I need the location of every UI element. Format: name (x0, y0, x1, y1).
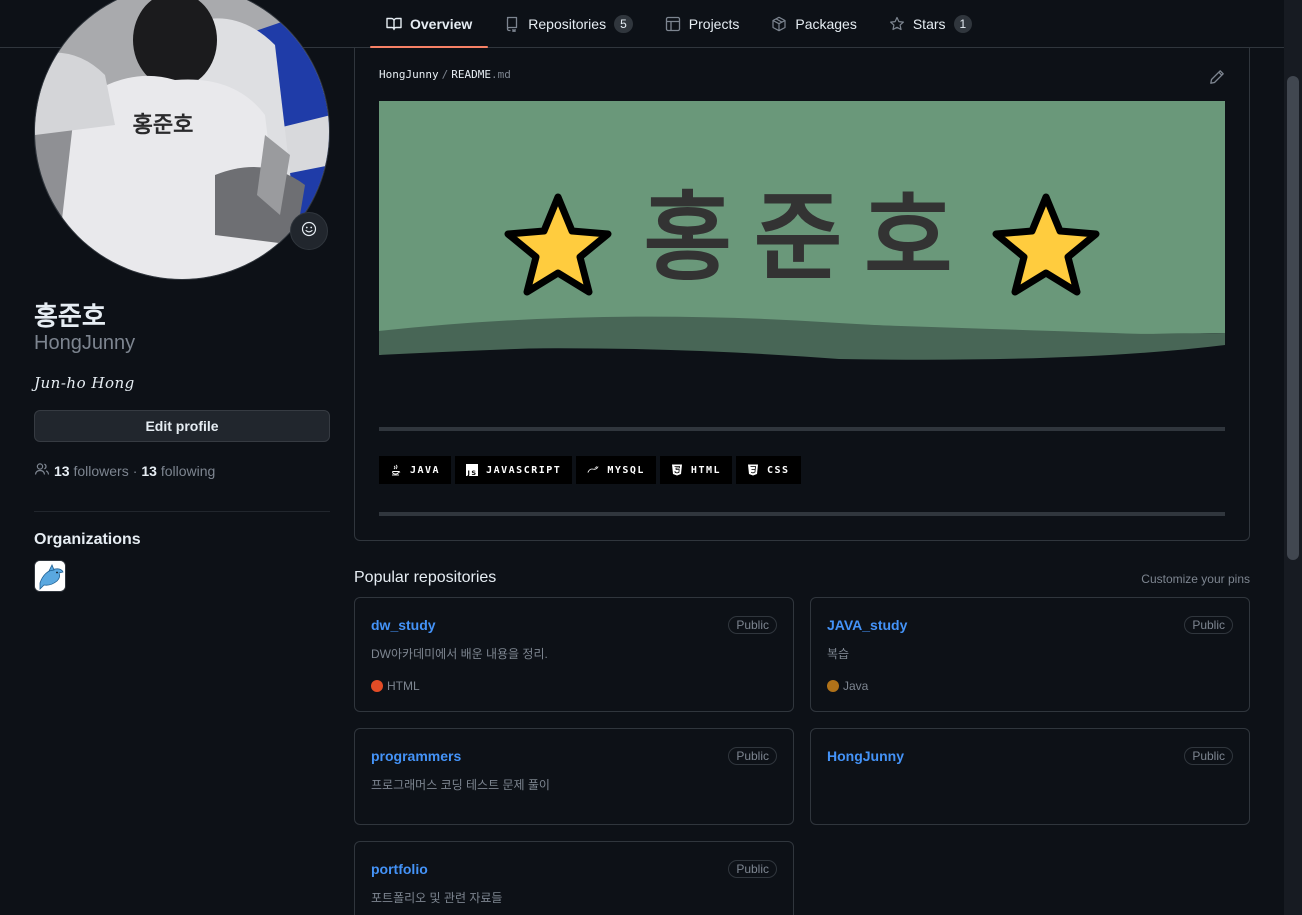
repo-link[interactable]: HongJunny (827, 748, 904, 764)
edit-readme-button[interactable] (1209, 69, 1225, 85)
tab-repositories[interactable]: Repositories 5 (488, 0, 649, 47)
language-color-dot (371, 680, 383, 692)
tab-stars-label: Stars (912, 15, 946, 32)
readme-divider-top (379, 427, 1225, 431)
badge-html: HTML (659, 456, 733, 484)
badge-html-label: HTML (690, 464, 722, 476)
tab-repositories-label: Repositories (528, 15, 607, 32)
repo-card: JAVA_study Public 복습 Java (810, 597, 1250, 712)
readme-file-base[interactable]: README (451, 68, 491, 81)
pencil-icon (1210, 70, 1224, 84)
badge-javascript: JS JAVASCRIPT (455, 456, 573, 484)
tech-badges: JAVA JS JAVASCRIPT MYSQL HTML CSS (379, 456, 801, 484)
book-icon (386, 16, 402, 32)
following-link[interactable]: 13 following (141, 463, 215, 479)
follow-stats: 13 followers · 13 following (34, 461, 215, 480)
readme-divider-bottom (379, 512, 1225, 516)
repo-card: dw_study Public DW아카데미에서 배운 내용을 정리. HTML (354, 597, 794, 712)
visibility-badge: Public (1184, 616, 1233, 634)
page-scrollbar-thumb[interactable] (1287, 76, 1299, 560)
badge-java: JAVA (379, 456, 452, 484)
customize-pins-link[interactable]: Customize your pins (1141, 572, 1250, 586)
readme-path-separator: / (441, 68, 449, 81)
readme-path: HongJunny / README.md (379, 68, 511, 81)
tab-overview-label: Overview (410, 15, 473, 32)
profile-tabs: Overview Repositories 5 Projects Package… (370, 0, 988, 48)
badge-css: CSS (736, 456, 801, 484)
followers-label: followers (73, 462, 129, 479)
svg-text:JS: JS (467, 469, 478, 476)
repo-card: programmers Public 프로그래머스 코딩 테스트 문제 풀이 (354, 728, 794, 825)
repo-language: Java (827, 679, 868, 693)
sidebar-divider (34, 511, 330, 512)
stars-count-badge: 1 (953, 14, 973, 33)
javascript-icon: JS (466, 464, 479, 476)
repo-description: 복습 (827, 647, 850, 661)
tab-projects[interactable]: Projects (649, 0, 756, 47)
html5-icon (671, 464, 683, 476)
badge-javascript-label: JAVASCRIPT (486, 464, 562, 476)
avatar[interactable]: 홍준호 (34, 0, 330, 280)
repo-card: portfolio Public 포트폴리오 및 관련 자료들 (354, 841, 794, 915)
dolphin-icon (35, 561, 65, 591)
repo-link[interactable]: portfolio (371, 861, 428, 877)
smiley-icon (301, 221, 317, 242)
followers-link[interactable]: 13 followers (54, 463, 129, 479)
tab-packages[interactable]: Packages (755, 0, 872, 47)
banner-title: 홍준호 (644, 182, 975, 294)
follow-separator: · (132, 462, 138, 479)
repo-card: HongJunny Public (810, 728, 1250, 825)
avatar-jersey-text: 홍준호 (133, 113, 194, 138)
repo-link[interactable]: dw_study (371, 617, 436, 633)
badge-css-label: CSS (767, 464, 790, 476)
repositories-count-badge: 5 (614, 14, 633, 33)
repo-icon (504, 16, 520, 32)
profile-full-name: 홍준호 (34, 301, 106, 331)
avatar-photo: 홍준호 (35, 0, 329, 279)
readme-file-ext: .md (490, 68, 511, 81)
repo-language-name: Java (843, 679, 869, 693)
css3-icon (747, 464, 759, 476)
repo-description: DW아카데미에서 배운 내용을 정리. (371, 647, 548, 661)
tab-stars[interactable]: Stars 1 (873, 0, 988, 47)
following-count: 13 (141, 462, 157, 479)
tab-overview[interactable]: Overview (370, 0, 489, 48)
badge-mysql: MYSQL (576, 456, 656, 484)
repo-link[interactable]: programmers (371, 748, 461, 764)
tab-packages-label: Packages (795, 15, 857, 32)
visibility-badge: Public (728, 860, 777, 878)
set-status-button[interactable] (290, 212, 328, 250)
badge-mysql-label: MYSQL (607, 464, 645, 476)
table-icon (665, 16, 681, 32)
profile-login: HongJunny (34, 332, 136, 354)
repo-description: 포트폴리오 및 관련 자료들 (371, 891, 503, 905)
repo-language-name: HTML (387, 679, 420, 693)
repo-language: HTML (371, 679, 420, 693)
profile-bio: Jun-ho Hong (34, 374, 135, 392)
following-label: following (160, 462, 216, 479)
visibility-badge: Public (728, 747, 777, 765)
popular-repositories-heading: Popular repositories (354, 569, 497, 586)
edit-profile-button[interactable]: Edit profile (34, 410, 330, 442)
mysql-icon (587, 464, 599, 476)
package-icon (771, 16, 787, 32)
followers-count: 13 (54, 462, 70, 479)
language-color-dot (827, 680, 839, 692)
readme-owner[interactable]: HongJunny (379, 68, 439, 81)
readme-banner: 홍준호 (379, 101, 1225, 363)
java-icon (390, 464, 402, 476)
tab-projects-label: Projects (688, 15, 740, 32)
visibility-badge: Public (1184, 747, 1233, 765)
people-icon (34, 461, 50, 480)
profile-readme: HongJunny / README.md 홍준호 JAVA JS JAVASCRI… (354, 47, 1250, 541)
organizations-heading: Organizations (34, 531, 141, 548)
organization-avatar[interactable] (34, 560, 66, 592)
repo-link[interactable]: JAVA_study (827, 617, 907, 633)
visibility-badge: Public (728, 616, 777, 634)
star-icon (889, 16, 905, 32)
repo-description: 프로그래머스 코딩 테스트 문제 풀이 (371, 778, 550, 792)
badge-java-label: JAVA (410, 464, 441, 476)
